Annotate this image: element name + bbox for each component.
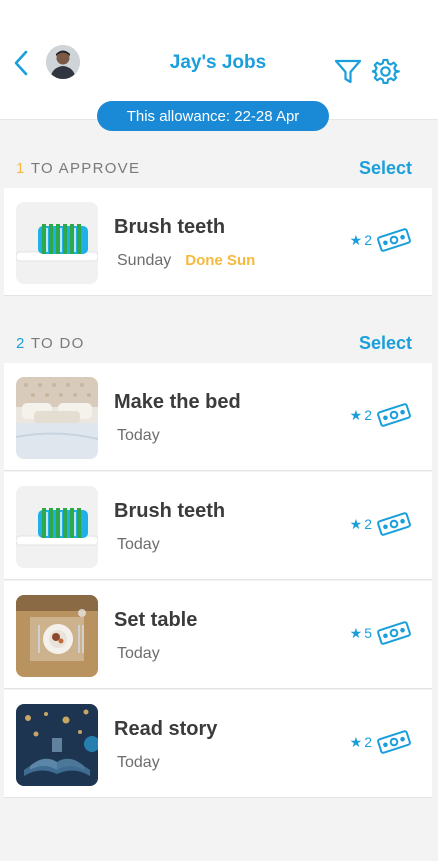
job-schedule: Sunday Done Sun (117, 252, 255, 270)
job-thumbnail (16, 486, 98, 568)
filter-icon (334, 59, 362, 84)
toothbrush-image (16, 202, 98, 284)
approve-count: 1 (16, 159, 26, 177)
filter-button[interactable] (334, 58, 362, 86)
star-reward: ★ 2 (350, 734, 372, 751)
job-name: Set table (114, 609, 198, 631)
star-icon: ★ (349, 231, 363, 248)
job-schedule: Today (117, 754, 160, 772)
star-icon: ★ (349, 406, 363, 423)
select-approve-button[interactable]: Select (359, 158, 412, 179)
money-icon (377, 403, 411, 427)
job-name: Brush teeth (114, 500, 226, 522)
star-icon: ★ (349, 624, 363, 641)
job-day: Sunday (117, 252, 172, 269)
star-count: 2 (364, 516, 372, 532)
table-image (16, 595, 98, 677)
todo-count: 2 (16, 334, 26, 352)
job-thumbnail (16, 595, 98, 677)
job-thumbnail (16, 202, 98, 284)
job-card-read-story[interactable]: Read story Today ★ 2 (4, 690, 432, 798)
job-thumbnail (16, 704, 98, 786)
job-reward: ★ 2 (350, 403, 412, 427)
job-schedule: Today (117, 536, 160, 554)
star-count: 2 (364, 232, 372, 248)
todo-label: TO DO (25, 334, 85, 352)
section-header-approve: 1 TO APPROVE Select (16, 157, 412, 179)
toothbrush-image (16, 486, 98, 568)
job-thumbnail (16, 377, 98, 459)
approve-label: TO APPROVE (25, 159, 141, 177)
job-reward: ★ 2 (350, 730, 412, 754)
money-icon (377, 730, 411, 754)
page-title: Jay's Jobs (169, 52, 267, 73)
star-count: 5 (364, 625, 372, 641)
job-name: Read story (114, 718, 218, 740)
back-button[interactable] (10, 50, 32, 76)
section-title-approve: 1 TO APPROVE (16, 160, 140, 177)
allowance-period-badge[interactable]: This allowance: 22-28 Apr (97, 101, 329, 131)
star-reward: ★ 5 (350, 625, 372, 642)
job-name: Make the bed (114, 391, 241, 413)
star-reward: ★ 2 (350, 232, 372, 249)
avatar-photo (46, 45, 80, 79)
section-header-todo: 2 TO DO Select (16, 332, 412, 354)
book-image (16, 704, 98, 786)
star-icon: ★ (349, 733, 363, 750)
bed-image (16, 377, 98, 459)
money-icon (377, 621, 411, 645)
job-card-set-table[interactable]: Set table Today ★ 5 (4, 581, 432, 689)
job-schedule: Today (117, 645, 160, 663)
select-todo-button[interactable]: Select (359, 333, 412, 354)
star-reward: ★ 2 (350, 516, 372, 533)
job-name: Brush teeth (114, 216, 226, 238)
job-day: Today (117, 645, 160, 662)
settings-button[interactable] (371, 58, 400, 86)
job-status: Done Sun (185, 252, 256, 269)
gear-icon (371, 58, 400, 85)
star-count: 2 (364, 407, 372, 423)
star-count: 2 (364, 734, 372, 750)
job-day: Today (117, 536, 160, 553)
job-card-make-the-bed[interactable]: Make the bed Today ★ 2 (4, 363, 432, 471)
star-icon: ★ (349, 515, 363, 532)
job-day: Today (117, 427, 160, 444)
job-reward: ★ 2 (350, 228, 412, 252)
chevron-left-icon (14, 50, 28, 76)
star-reward: ★ 2 (350, 407, 372, 424)
job-card-brush-teeth[interactable]: Brush teeth Today ★ 2 (4, 472, 432, 580)
job-card-approve-brush-teeth[interactable]: Brush teeth Sunday Done Sun ★ 2 (4, 188, 432, 296)
job-reward: ★ 2 (350, 512, 412, 536)
job-reward: ★ 5 (350, 621, 412, 645)
list-bottom (4, 800, 432, 861)
section-title-todo: 2 TO DO (16, 335, 85, 352)
job-day: Today (117, 754, 160, 771)
money-icon (377, 228, 411, 252)
avatar[interactable] (46, 45, 80, 79)
money-icon (377, 512, 411, 536)
job-schedule: Today (117, 427, 160, 445)
